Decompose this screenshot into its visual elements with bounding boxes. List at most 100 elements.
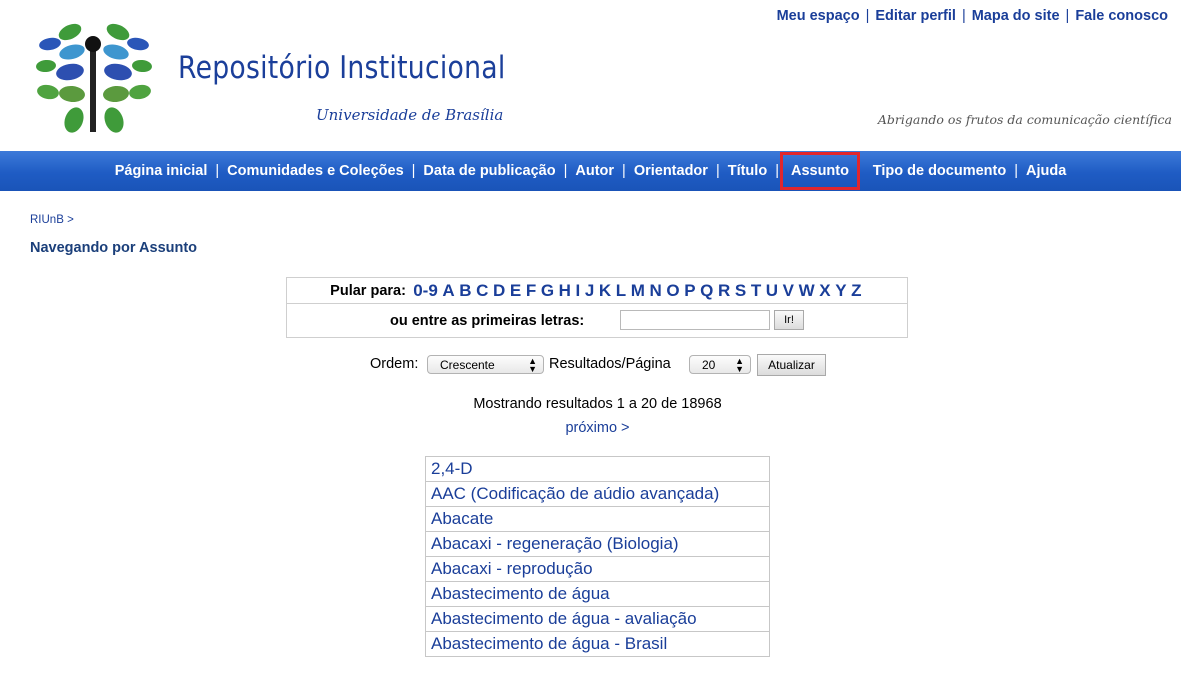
nav-item-orientador[interactable]: Orientador — [632, 163, 710, 179]
order-label: Ordem: — [370, 356, 419, 372]
separator: | — [563, 163, 568, 179]
subject-cell: AAC (Codificação de aúdio avançada) — [425, 481, 770, 507]
page-title: Navegando por Assunto — [30, 240, 198, 256]
subject-row: Abacaxi - regeneração (Biologia) — [425, 531, 770, 557]
nav-item-ajuda[interactable]: Ajuda — [1024, 163, 1068, 179]
select-arrows-icon: ▲ ▼ — [735, 356, 744, 374]
jump-letter-x[interactable]: X — [819, 281, 830, 300]
subject-cell: Abastecimento de água - Brasil — [425, 631, 770, 657]
jump-letter-z[interactable]: Z — [851, 281, 861, 300]
jump-letter-c[interactable]: C — [476, 281, 488, 300]
jump-label: Pular para: — [330, 282, 406, 299]
subject-row: Abastecimento de água - Brasil — [425, 631, 770, 657]
subject-link[interactable]: Abacaxi - reprodução — [431, 559, 593, 578]
subject-link[interactable]: Abastecimento de água - avaliação — [431, 609, 697, 628]
subject-row: Abastecimento de água — [425, 581, 770, 607]
logo-tree-icon[interactable] — [34, 20, 154, 134]
subject-cell: Abacaxi - regeneração (Biologia) — [425, 531, 770, 557]
starts-with-label: ou entre as primeiras letras: — [390, 313, 585, 329]
top-link-editar-perfil[interactable]: Editar perfil — [875, 8, 956, 24]
nav-item-titulo[interactable]: Título — [726, 163, 769, 179]
breadcrumb[interactable]: RIUnB > — [30, 214, 74, 226]
jump-letter-l[interactable]: L — [616, 281, 626, 300]
results-per-page-select[interactable]: 20 ▲ ▼ — [689, 355, 751, 374]
top-link-meu-espaco[interactable]: Meu espaço — [777, 8, 860, 24]
subject-row: 2,4-D — [425, 456, 770, 482]
jump-letter-d[interactable]: D — [493, 281, 505, 300]
subject-cell: 2,4-D — [425, 456, 770, 482]
separator: | — [961, 8, 966, 24]
next-page-link: próximo > — [0, 420, 1181, 436]
jump-letter-o[interactable]: O — [666, 281, 679, 300]
subject-list: 2,4-D AAC (Codificação de aúdio avançada)… — [425, 456, 770, 657]
order-select-value: Crescente — [440, 357, 495, 372]
jump-letter-n[interactable]: N — [650, 281, 662, 300]
subject-cell: Abacaxi - reprodução — [425, 556, 770, 582]
go-button[interactable]: Ir! — [774, 310, 804, 330]
jump-letter-v[interactable]: V — [783, 281, 794, 300]
order-select[interactable]: Crescente ▲ ▼ — [427, 355, 544, 374]
jump-letter-u[interactable]: U — [766, 281, 778, 300]
top-link-fale-conosco[interactable]: Fale conosco — [1075, 8, 1168, 24]
subject-cell: Abacate — [425, 506, 770, 532]
jump-letter-k[interactable]: K — [599, 281, 611, 300]
update-button[interactable]: Atualizar — [757, 354, 826, 376]
jump-letter-t[interactable]: T — [751, 281, 761, 300]
jump-letters-row: Pular para: 0-9 A B C D E F G H I J K L M N O P Q R S T U V W X Y… — [287, 278, 907, 304]
separator: | — [215, 163, 220, 179]
separator: | — [1014, 163, 1018, 179]
results-per-page-label: Resultados/Página — [549, 356, 671, 372]
top-links: Meu espaço | Editar perfil | Mapa do site | Fa… — [777, 8, 1168, 24]
jump-letter-s[interactable]: S — [735, 281, 746, 300]
jump-letter-y[interactable]: Y — [835, 281, 846, 300]
subject-link[interactable]: Abastecimento de água - Brasil — [431, 634, 667, 653]
tagline: Abrigando os frutos da comunicação cient… — [877, 112, 1172, 127]
site-subtitle: Universidade de Brasília — [316, 106, 504, 124]
jump-letter-q[interactable]: Q — [700, 281, 713, 300]
next-page-link-anchor[interactable]: próximo > — [565, 420, 629, 436]
jump-letter-e[interactable]: E — [510, 281, 521, 300]
subject-row: AAC (Codificação de aúdio avançada) — [425, 481, 770, 507]
jump-letter-h[interactable]: H — [559, 281, 571, 300]
separator: | — [1065, 8, 1070, 24]
subject-row: Abacate — [425, 506, 770, 532]
jump-letter-m[interactable]: M — [631, 281, 645, 300]
jump-to-box: Pular para: 0-9 A B C D E F G H I J K L M N O P Q R S T U V W X Y… — [286, 277, 908, 338]
jump-letter-i[interactable]: I — [576, 281, 581, 300]
subject-cell: Abastecimento de água - avaliação — [425, 606, 770, 632]
separator: | — [715, 163, 720, 179]
jump-letter-b[interactable]: B — [459, 281, 471, 300]
subject-link[interactable]: AAC (Codificação de aúdio avançada) — [431, 484, 719, 503]
separator: | — [622, 163, 626, 179]
main-nav-bar: Página inicial | Comunidades e Coleções | … — [0, 151, 1181, 191]
starts-with-input[interactable] — [620, 310, 770, 330]
site-title[interactable]: Repositório Institucional — [178, 50, 506, 86]
nav-item-autor[interactable]: Autor — [573, 163, 616, 179]
subject-cell: Abastecimento de água — [425, 581, 770, 607]
jump-letter-w[interactable]: W — [799, 281, 815, 300]
jump-letter-p[interactable]: P — [684, 281, 695, 300]
nav-item-data-publicacao[interactable]: Data de publicação — [421, 163, 557, 179]
subject-link[interactable]: 2,4-D — [431, 459, 473, 478]
subject-link[interactable]: Abacaxi - regeneração (Biologia) — [431, 534, 679, 553]
nav-item-comunidades[interactable]: Comunidades e Coleções — [225, 163, 405, 179]
jump-letter-f[interactable]: F — [526, 281, 536, 300]
select-arrows-icon: ▲ ▼ — [528, 356, 537, 374]
jump-letter-j[interactable]: J — [585, 281, 594, 300]
subject-link[interactable]: Abastecimento de água — [431, 584, 610, 603]
letters-container: 0-9 A B C D E F G H I J K L M N O P Q R S T U V W X Y Z — [411, 281, 864, 301]
jump-letter-r[interactable]: R — [718, 281, 730, 300]
rpp-select-value: 20 — [702, 357, 716, 372]
separator: | — [865, 8, 870, 24]
top-link-mapa-do-site[interactable]: Mapa do site — [972, 8, 1060, 24]
nav-item-tipo-documento[interactable]: Tipo de documento — [871, 163, 1008, 179]
jump-letter-0-9[interactable]: 0-9 — [413, 281, 438, 300]
jump-letter-g[interactable]: G — [541, 281, 554, 300]
nav-item-pagina-inicial[interactable]: Página inicial — [113, 163, 210, 179]
jump-letter-a[interactable]: A — [442, 281, 454, 300]
separator: | — [411, 163, 416, 179]
nav-item-assunto[interactable]: Assunto — [779, 152, 860, 190]
subject-link[interactable]: Abacate — [431, 509, 493, 528]
starts-with-row: ou entre as primeiras letras: Ir! — [287, 304, 907, 338]
subject-row: Abacaxi - reprodução — [425, 556, 770, 582]
